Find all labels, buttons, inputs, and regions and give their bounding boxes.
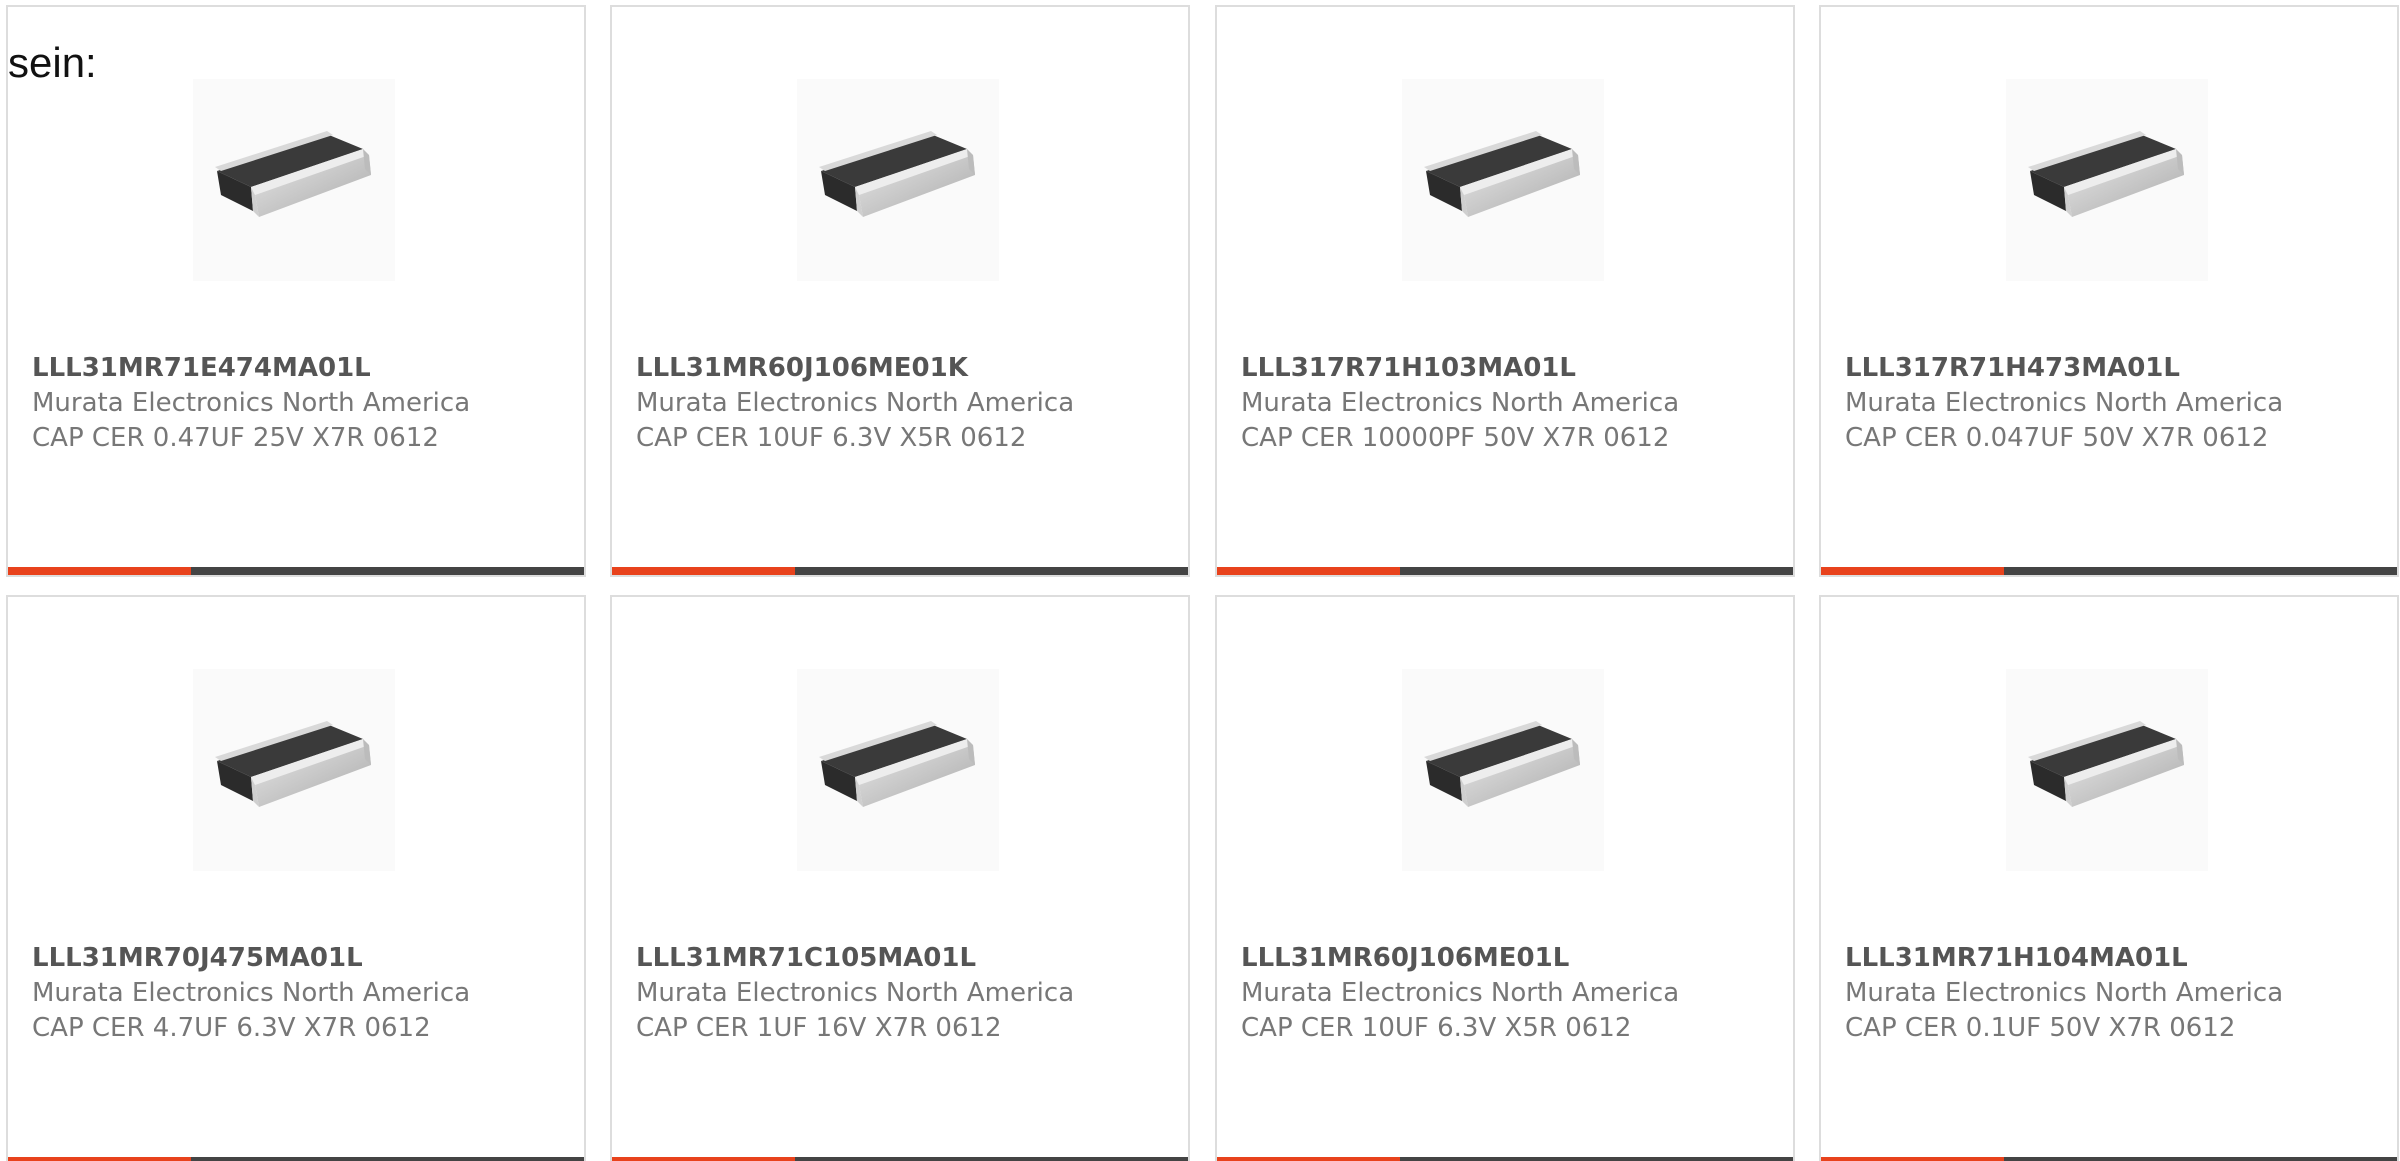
card-bottom-bar xyxy=(1217,567,1793,575)
product-description: CAP CER 0.47UF 25V X7R 0612 xyxy=(32,423,439,453)
capacitor-chip-image[interactable] xyxy=(1402,79,1604,281)
manufacturer-name: Murata Electronics North America xyxy=(1241,388,1680,418)
product-description: CAP CER 10UF 6.3V X5R 0612 xyxy=(1241,1013,1632,1043)
product-description: CAP CER 0.1UF 50V X7R 0612 xyxy=(1845,1013,2236,1043)
product-description: CAP CER 1UF 16V X7R 0612 xyxy=(636,1013,1002,1043)
product-card[interactable]: LLL31MR71E474MA01L Murata Electronics No… xyxy=(6,5,586,577)
product-description: CAP CER 10UF 6.3V X5R 0612 xyxy=(636,423,1027,453)
card-accent-bar xyxy=(1217,1157,1400,1161)
part-number-link[interactable]: LLL31MR60J106ME01L xyxy=(1241,941,1569,975)
manufacturer-name: Murata Electronics North America xyxy=(32,388,471,418)
capacitor-chip-image[interactable] xyxy=(2006,669,2208,871)
card-bottom-bar xyxy=(612,1157,1188,1161)
capacitor-chip-image[interactable] xyxy=(797,669,999,871)
product-card[interactable]: LLL31MR71C105MA01L Murata Electronics No… xyxy=(610,595,1190,1161)
card-accent-bar xyxy=(1821,567,2004,575)
part-number-link[interactable]: LLL31MR60J106ME01K xyxy=(636,351,968,385)
capacitor-chip-image[interactable] xyxy=(193,669,395,871)
product-description: CAP CER 0.047UF 50V X7R 0612 xyxy=(1845,423,2269,453)
product-card[interactable]: LLL31MR70J475MA01L Murata Electronics No… xyxy=(6,595,586,1161)
card-accent-bar xyxy=(612,1157,795,1161)
card-bottom-bar xyxy=(8,567,584,575)
card-bottom-bar xyxy=(1821,1157,2397,1161)
capacitor-chip-image[interactable] xyxy=(193,79,395,281)
card-bottom-bar xyxy=(1217,1157,1793,1161)
product-card[interactable]: LLL31MR60J106ME01K Murata Electronics No… xyxy=(610,5,1190,577)
product-card[interactable]: LLL317R71H473MA01L Murata Electronics No… xyxy=(1819,5,2399,577)
manufacturer-name: Murata Electronics North America xyxy=(636,388,1075,418)
product-description: CAP CER 4.7UF 6.3V X7R 0612 xyxy=(32,1013,431,1043)
product-description: CAP CER 10000PF 50V X7R 0612 xyxy=(1241,423,1670,453)
part-number-link[interactable]: LLL317R71H103MA01L xyxy=(1241,351,1576,385)
card-bottom-bar xyxy=(1821,567,2397,575)
card-accent-bar xyxy=(1217,567,1400,575)
part-number-link[interactable]: LLL317R71H473MA01L xyxy=(1845,351,2180,385)
capacitor-chip-image[interactable] xyxy=(2006,79,2208,281)
card-accent-bar xyxy=(1821,1157,2004,1161)
card-accent-bar xyxy=(8,567,191,575)
product-card[interactable]: LLL31MR71H104MA01L Murata Electronics No… xyxy=(1819,595,2399,1161)
capacitor-chip-image[interactable] xyxy=(1402,669,1604,871)
part-number-link[interactable]: LLL31MR71H104MA01L xyxy=(1845,941,2188,975)
manufacturer-name: Murata Electronics North America xyxy=(1241,978,1680,1008)
product-card[interactable]: LLL317R71H103MA01L Murata Electronics No… xyxy=(1215,5,1795,577)
product-grid: LLL31MR71E474MA01L Murata Electronics No… xyxy=(0,0,2400,1161)
card-accent-bar xyxy=(8,1157,191,1161)
part-number-link[interactable]: LLL31MR70J475MA01L xyxy=(32,941,363,975)
capacitor-chip-image[interactable] xyxy=(797,79,999,281)
part-number-link[interactable]: LLL31MR71C105MA01L xyxy=(636,941,976,975)
product-card[interactable]: LLL31MR60J106ME01L Murata Electronics No… xyxy=(1215,595,1795,1161)
part-number-link[interactable]: LLL31MR71E474MA01L xyxy=(32,351,371,385)
card-accent-bar xyxy=(612,567,795,575)
manufacturer-name: Murata Electronics North America xyxy=(1845,978,2284,1008)
manufacturer-name: Murata Electronics North America xyxy=(32,978,471,1008)
card-bottom-bar xyxy=(8,1157,584,1161)
manufacturer-name: Murata Electronics North America xyxy=(1845,388,2284,418)
card-bottom-bar xyxy=(612,567,1188,575)
manufacturer-name: Murata Electronics North America xyxy=(636,978,1075,1008)
intro-text: sein: xyxy=(8,39,97,86)
